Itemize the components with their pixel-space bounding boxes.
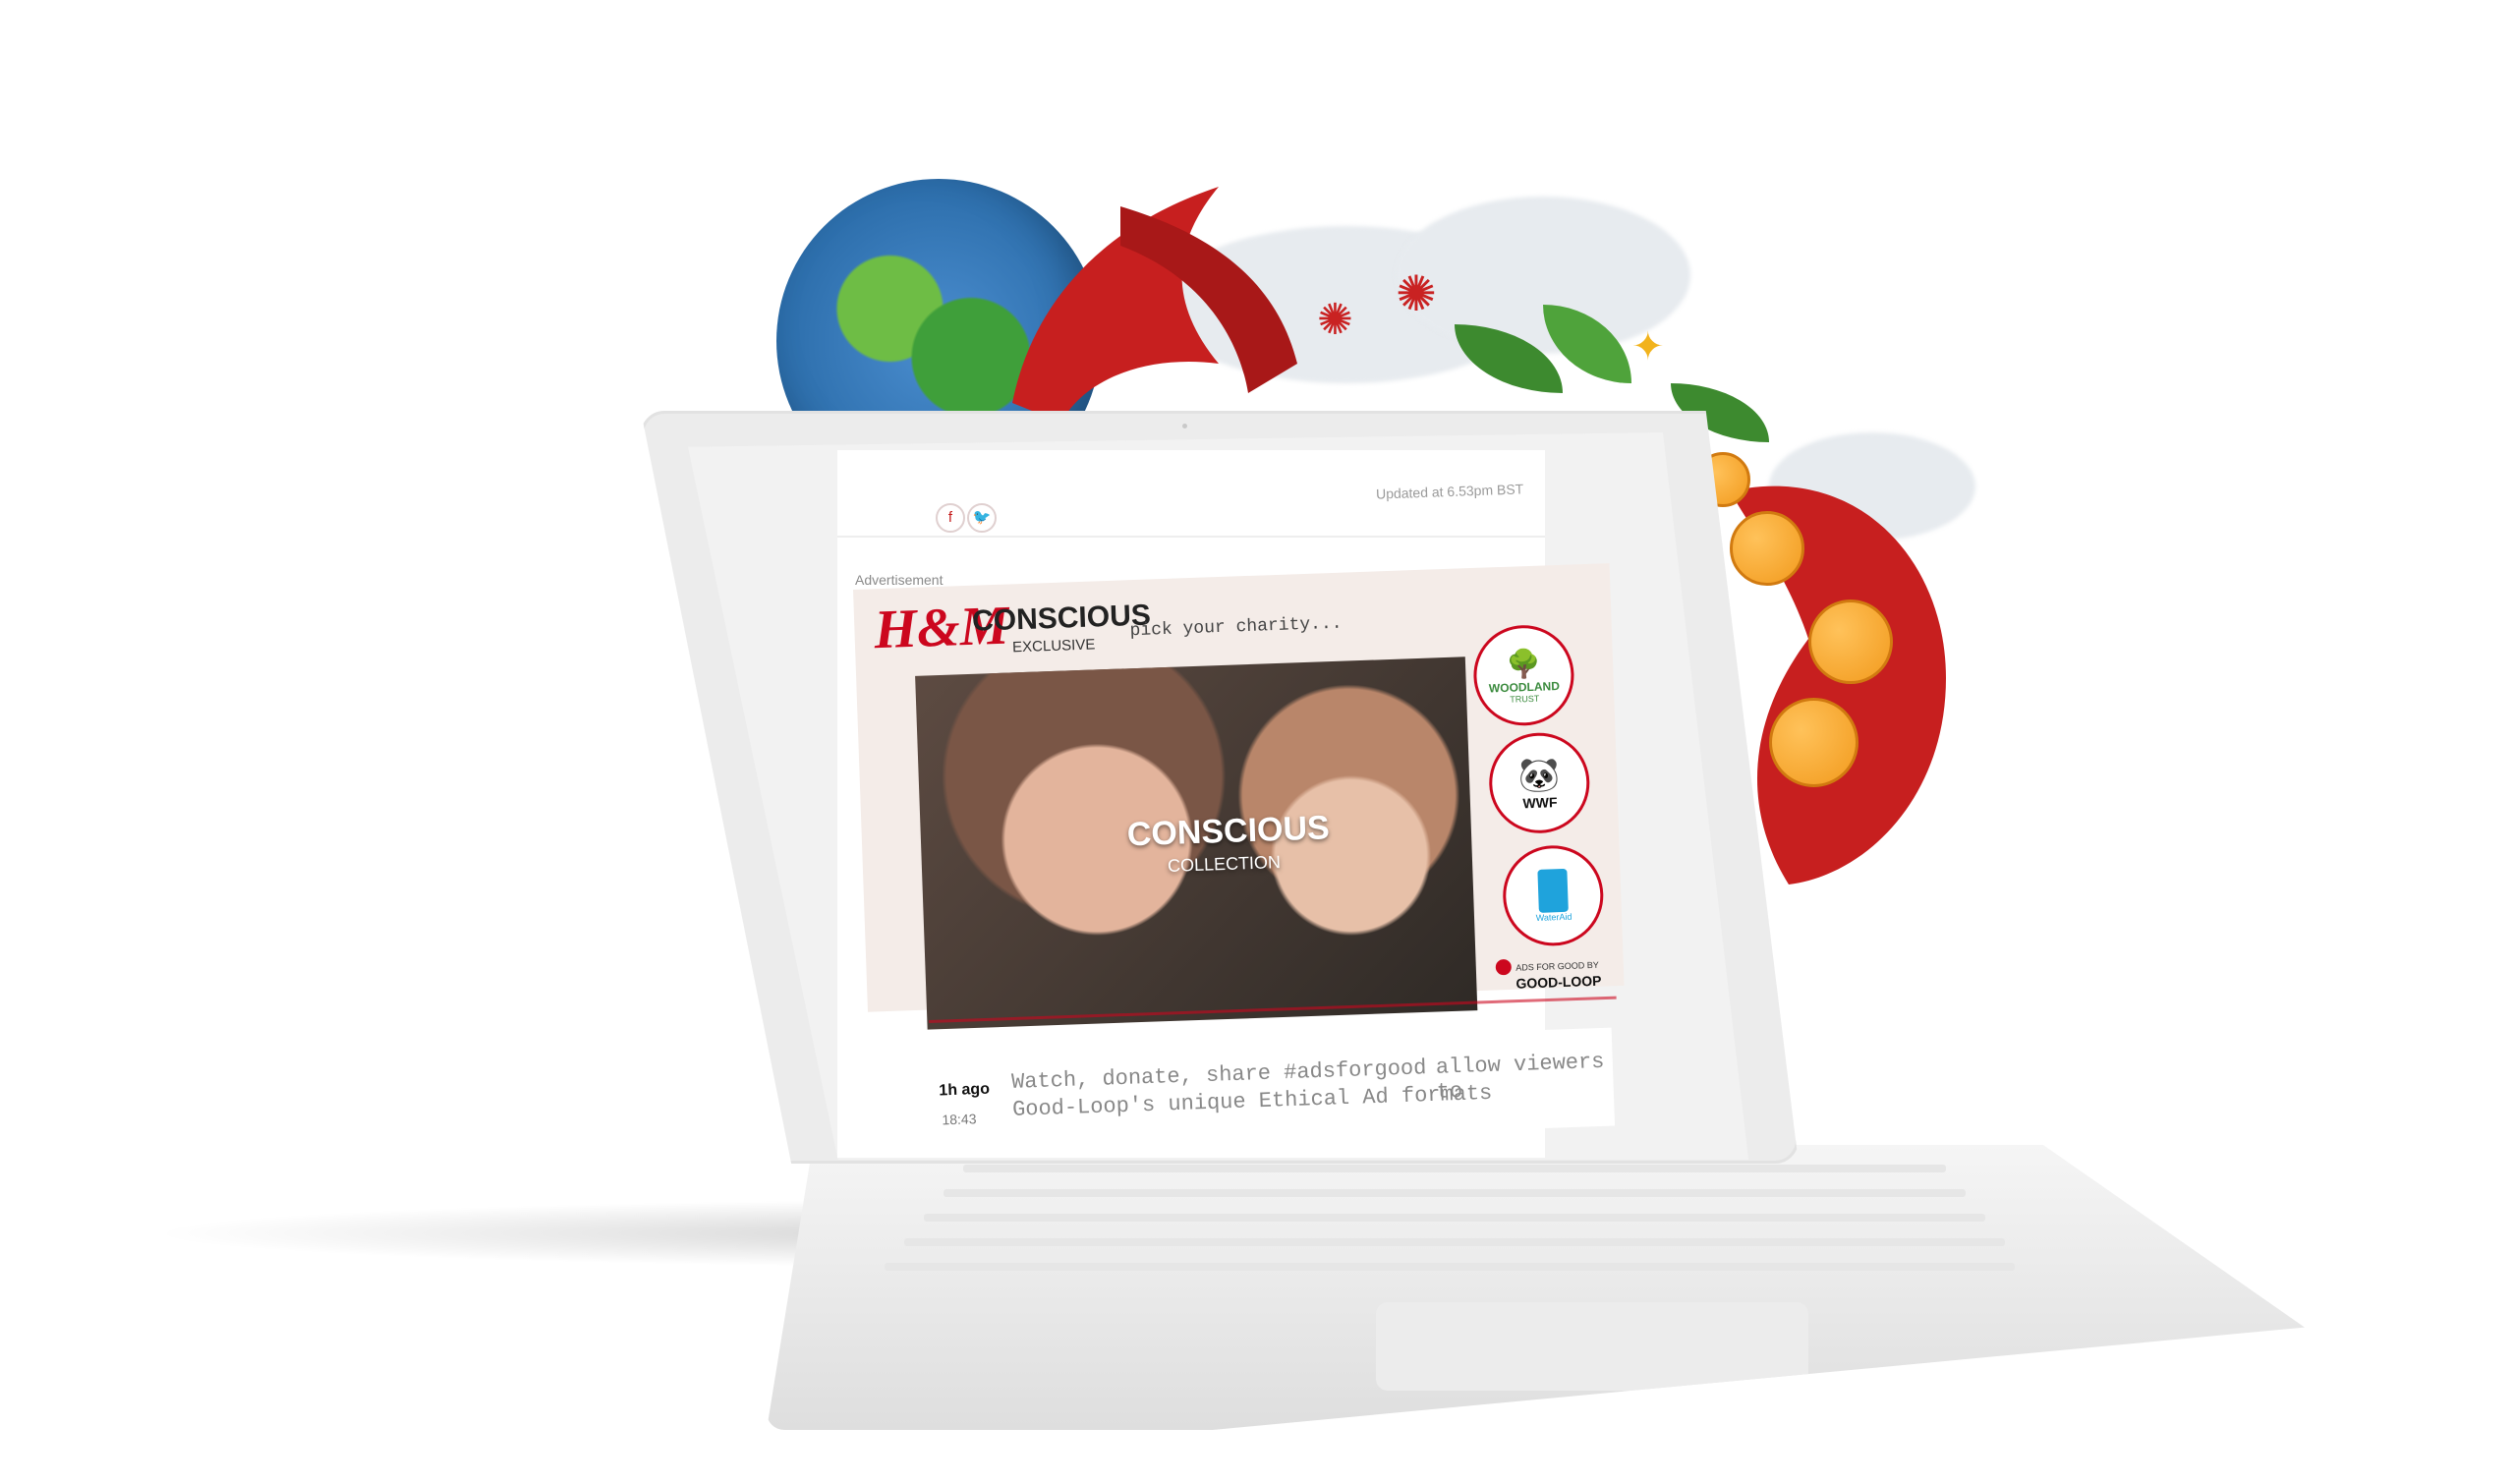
orange-illustration	[1808, 599, 1893, 684]
ad-prompt: pick your charity...	[1129, 613, 1343, 642]
flower-icon: ✺	[1317, 296, 1353, 344]
flower-icon: ✺	[1396, 266, 1437, 321]
charity-wwf[interactable]: 🐼 WWF	[1487, 731, 1592, 835]
goodloop-brand: GOOD-LOOP	[1515, 972, 1602, 992]
feed-time-ago: 1h ago	[939, 1080, 991, 1100]
ad-label: Advertisement	[855, 572, 944, 588]
trackpad[interactable]	[1376, 1302, 1808, 1391]
sparkle-icon: ✦	[1631, 325, 1665, 369]
keyboard-row	[924, 1214, 1985, 1222]
feed-line-2-tail: allow viewers to	[1435, 1049, 1605, 1105]
water-drop-icon	[1537, 868, 1569, 913]
ad-video[interactable]: CONSCIOUS COLLECTION	[915, 656, 1478, 1030]
laptop-base	[767, 1145, 2305, 1430]
panda-icon: 🐼	[1517, 756, 1561, 795]
page-divider	[837, 536, 1545, 538]
video-overlay-title: CONSCIOUS	[1126, 809, 1331, 854]
charity-woodland-trust[interactable]: 🌳 WOODLAND TRUST	[1471, 623, 1576, 727]
ad-title: CONSCIOUS	[971, 599, 1152, 638]
charity-wateraid[interactable]: WaterAid	[1501, 843, 1606, 948]
keyboard-row	[904, 1238, 2005, 1246]
charity-name: WaterAid	[1535, 911, 1572, 923]
orange-illustration	[1769, 698, 1858, 787]
facebook-icon[interactable]: f	[936, 503, 965, 533]
video-overlay-subtitle: COLLECTION	[1167, 851, 1282, 876]
goodloop-badge: ADS FOR GOOD BY GOOD-LOOP	[1495, 955, 1602, 993]
twitter-icon[interactable]: 🐦	[967, 503, 997, 533]
camera-dot	[1182, 424, 1187, 428]
orange-illustration	[1730, 511, 1804, 586]
charity-name: WWF	[1522, 794, 1558, 812]
charity-sub: TRUST	[1510, 693, 1540, 705]
ad-subtitle: EXCLUSIVE	[1011, 636, 1096, 656]
tree-icon: 🌳	[1506, 648, 1542, 680]
ad-banner[interactable]: H&M CONSCIOUS EXCLUSIVE pick your charit…	[853, 563, 1625, 1030]
keyboard-row	[885, 1263, 2015, 1271]
charity-name: WOODLAND	[1488, 678, 1561, 695]
goodloop-small-text: ADS FOR GOOD BY	[1515, 959, 1599, 973]
share-bar: f 🐦	[936, 503, 997, 535]
feed-time: 18:43	[942, 1111, 977, 1128]
goodloop-icon	[1495, 958, 1513, 976]
keyboard-row	[963, 1165, 1946, 1172]
keyboard-row	[944, 1189, 1966, 1197]
